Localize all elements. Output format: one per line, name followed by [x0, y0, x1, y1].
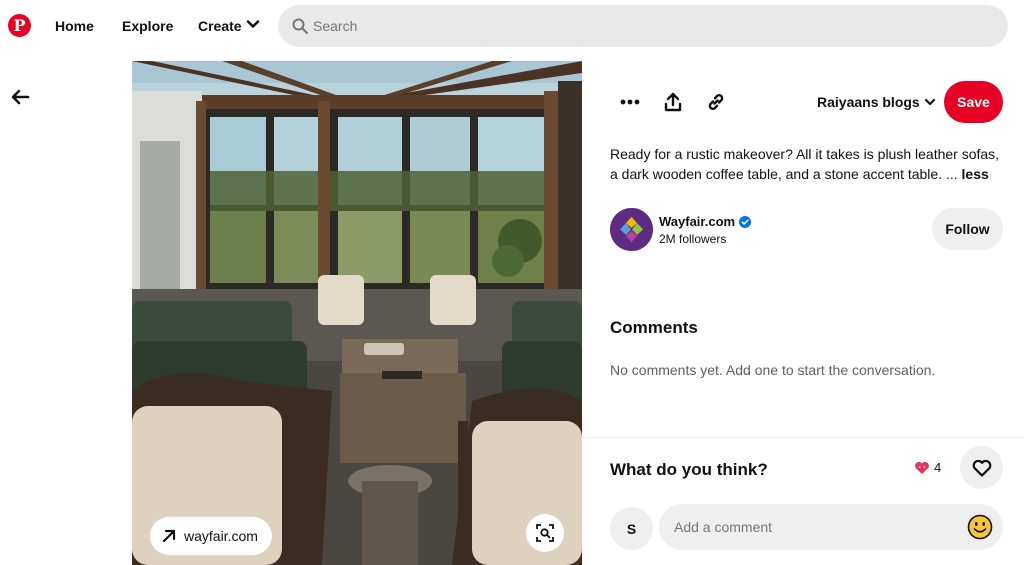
living-room-photo	[132, 61, 582, 565]
empty-comments-text: No comments yet. Add one to start the co…	[610, 362, 936, 378]
pinterest-logo-icon[interactable]: P	[8, 14, 31, 37]
follower-count: 2M followers	[659, 232, 727, 246]
description-ellipsis: ...	[942, 166, 962, 182]
search-bar[interactable]	[278, 5, 1008, 47]
source-link[interactable]: wayfair.com	[150, 517, 272, 555]
board-select[interactable]: Raiyaans blogs	[817, 94, 936, 110]
pin-image[interactable]: wayfair.com	[132, 61, 582, 565]
chevron-down-icon[interactable]	[246, 17, 260, 31]
source-label: wayfair.com	[184, 528, 258, 544]
heart-reaction-icon	[915, 461, 929, 474]
comments-heading: Comments	[610, 318, 698, 337]
board-name: Raiyaans blogs	[817, 94, 920, 110]
pin-detail-panel: Raiyaans blogs Save Ready for a rustic m…	[582, 61, 1024, 565]
nav-home-link[interactable]: Home	[55, 18, 94, 34]
divider	[582, 437, 1024, 438]
share-icon	[664, 92, 682, 112]
back-arrow-icon	[11, 89, 30, 105]
more-icon	[620, 99, 640, 105]
back-button[interactable]	[8, 86, 32, 108]
visual-search-icon	[536, 524, 554, 542]
follow-button[interactable]: Follow	[932, 208, 1003, 250]
smiley-icon[interactable]	[967, 514, 993, 540]
comment-box[interactable]	[659, 504, 1003, 550]
user-avatar[interactable]: S	[610, 507, 653, 550]
nav-explore-link[interactable]: Explore	[122, 18, 173, 34]
heart-outline-icon	[972, 459, 991, 477]
arrow-up-right-icon	[162, 529, 176, 543]
comment-input[interactable]	[674, 504, 954, 550]
visual-search-button[interactable]	[526, 514, 564, 552]
pin-description: Ready for a rustic makeover? All it take…	[610, 144, 1005, 184]
copy-link-button[interactable]	[699, 85, 733, 119]
more-options-button[interactable]	[613, 85, 647, 119]
search-icon	[292, 18, 308, 34]
wayfair-logo-icon	[610, 208, 653, 251]
top-nav: P Home Explore Create	[0, 0, 1024, 54]
search-input[interactable]	[313, 5, 973, 47]
brand-name-text: Wayfair.com	[659, 214, 736, 229]
nav-create-link[interactable]: Create	[198, 18, 242, 34]
reaction-count: 4	[934, 460, 942, 475]
reaction-summary[interactable]: 4	[914, 460, 941, 475]
brand-avatar[interactable]	[610, 208, 653, 251]
link-icon	[708, 94, 724, 110]
share-button[interactable]	[656, 85, 690, 119]
chevron-down-icon	[924, 98, 935, 106]
description-text: Ready for a rustic makeover? All it take…	[610, 146, 1000, 182]
save-button[interactable]: Save	[944, 81, 1003, 123]
react-button[interactable]	[960, 446, 1003, 489]
brand-name[interactable]: Wayfair.com	[659, 214, 752, 229]
feedback-heading: What do you think?	[610, 460, 768, 479]
verified-badge-icon	[739, 215, 752, 228]
less-link[interactable]: less	[962, 166, 989, 182]
